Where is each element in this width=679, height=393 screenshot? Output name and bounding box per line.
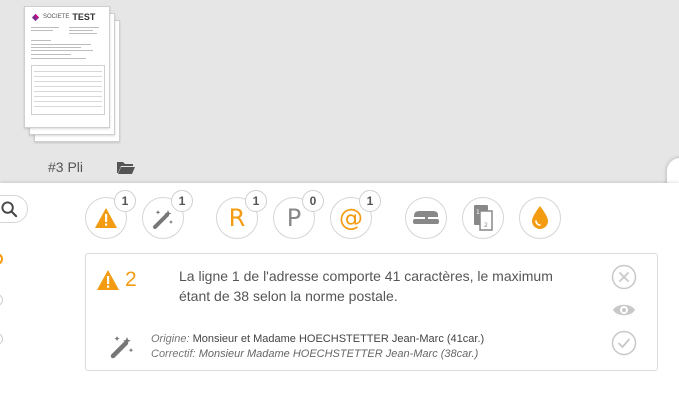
table-row-line (34, 81, 102, 82)
ink-drop-icon (532, 206, 548, 229)
correctif-label: Correctif: (151, 348, 196, 360)
close-icon (611, 264, 637, 290)
recommande-filter-button[interactable]: R 1 (216, 190, 267, 239)
magic-wand-icon (153, 210, 173, 229)
text-line (69, 33, 97, 34)
dismiss-button[interactable] (611, 264, 637, 290)
accept-button[interactable] (611, 330, 637, 356)
table-row-line (34, 96, 102, 97)
text-line (31, 47, 81, 48)
text-line (31, 27, 59, 28)
text-line (69, 30, 93, 31)
warning-count-badge: 1 (114, 190, 136, 212)
prioritaire-filter-button[interactable]: P 0 (273, 190, 324, 239)
logo-company: SOCIETE (43, 14, 70, 20)
text-line (31, 50, 93, 51)
preview-button[interactable] (611, 297, 637, 323)
document-label: #3 Pli (48, 159, 84, 175)
search-icon (1, 201, 18, 218)
table-row-line (34, 91, 102, 92)
recommande-count-badge: 1 (245, 190, 267, 212)
text-line (31, 40, 51, 41)
recommande-letter: R (228, 204, 246, 232)
warning-filter-button[interactable]: 1 (85, 190, 136, 239)
stapler-icon (413, 211, 439, 224)
alert-header: 2 (96, 268, 137, 292)
prioritaire-count-badge: 0 (302, 190, 324, 212)
control-panel: 1 1 R 1 P 0 @ 1 12 2 La ligne 1 de l'adr… (0, 183, 679, 393)
origin-line: Origine: Monsieur et Madame HOECHSTETTER… (151, 332, 484, 347)
origin-label: Origine: (151, 333, 190, 345)
magic-wand-icon (108, 332, 136, 360)
table-row-line (34, 86, 102, 87)
color-button[interactable] (519, 197, 561, 239)
svg-text:2: 2 (484, 222, 488, 229)
folder-open-icon[interactable] (116, 159, 136, 175)
text-line (31, 54, 71, 55)
table-row-line (34, 76, 102, 77)
eye-icon (613, 304, 635, 316)
alert-card: 2 La ligne 1 de l'adresse comporte 41 ca… (85, 253, 658, 371)
correction-count-badge: 1 (171, 190, 193, 212)
correction-filter-button[interactable]: 1 (142, 190, 193, 239)
email-count-badge: 1 (359, 190, 381, 212)
warning-icon (95, 208, 117, 228)
pages-icon: 12 (474, 205, 493, 231)
alert-message: La ligne 1 de l'adresse comporte 41 cara… (179, 268, 553, 304)
text-line (31, 58, 86, 59)
email-filter-button[interactable]: @ 1 (330, 190, 381, 239)
side-indicator-orange[interactable] (0, 253, 3, 265)
svg-text:1: 1 (476, 209, 480, 216)
warning-icon (97, 270, 119, 290)
prioritaire-letter: P (286, 204, 302, 232)
document-thumbnail[interactable]: SOCIETE TEST (24, 6, 124, 146)
search-button[interactable] (0, 195, 28, 223)
pages-button[interactable]: 12 (462, 197, 504, 239)
logo-test: TEST (72, 12, 96, 22)
text-line (31, 44, 91, 45)
page-preview: SOCIETE TEST (24, 6, 110, 128)
table-row-line (34, 71, 102, 72)
table-row-line (34, 106, 102, 107)
alert-count: 2 (125, 268, 137, 291)
correction-details: Origine: Monsieur et Madame HOECHSTETTER… (151, 332, 484, 362)
correctif-line: Correctif: Monsieur Madame HOECHSTETTER … (151, 347, 484, 362)
check-icon (611, 330, 637, 356)
email-letter: @ (339, 204, 363, 232)
side-indicator[interactable] (0, 333, 3, 345)
text-line (31, 30, 53, 31)
origin-value: Monsieur et Madame HOECHSTETTER Jean-Mar… (192, 333, 485, 345)
table-row-line (34, 101, 102, 102)
table-preview (31, 65, 105, 115)
side-indicator[interactable] (0, 294, 3, 306)
correctif-value: Monsieur Madame HOECHSTETTER Jean-Marc (… (198, 348, 479, 360)
company-logo: SOCIETE TEST (31, 12, 95, 22)
logo-mark-icon (31, 13, 40, 22)
text-line (69, 27, 99, 28)
stapler-button[interactable] (405, 197, 447, 239)
